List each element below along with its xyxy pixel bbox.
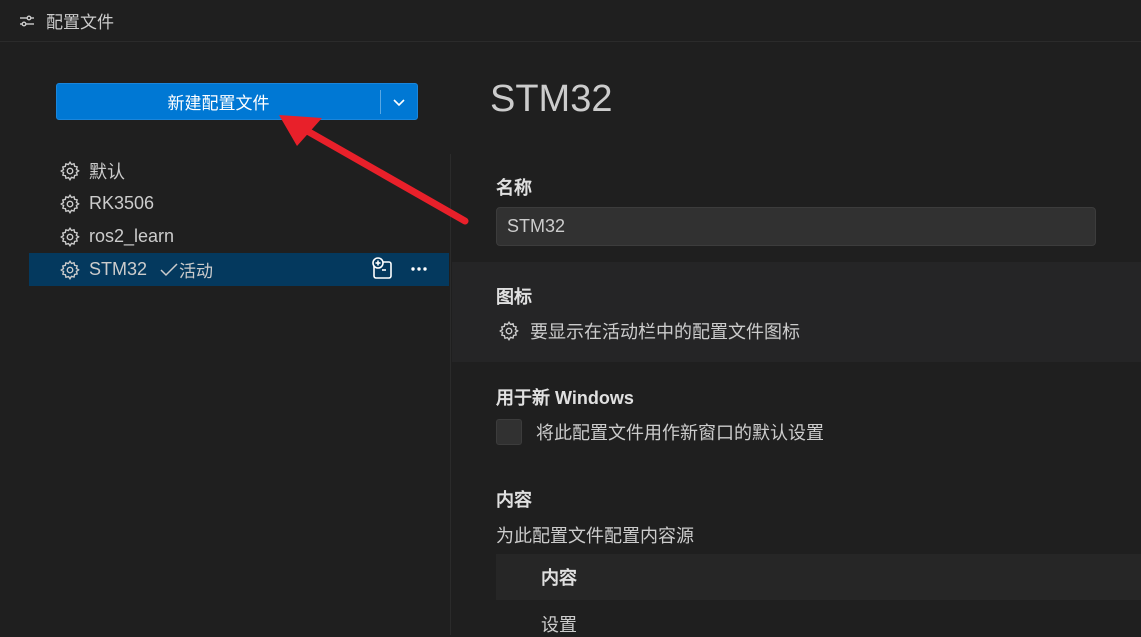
default-window-option: 将此配置文件用作新窗口的默认设置 [496, 419, 824, 445]
profile-item-stm32[interactable]: STM32 活动 [29, 253, 449, 286]
chevron-down-icon [393, 98, 405, 106]
profile-item-rk3506[interactable]: RK3506 [29, 187, 449, 220]
profile-label: 默认 [89, 161, 125, 182]
profile-item-ros2-learn[interactable]: ros2_learn [29, 220, 449, 253]
windows-label: 用于新 Windows [496, 388, 634, 408]
content-table-header: 内容 [496, 554, 1141, 600]
profile-label: STM32 [89, 259, 148, 279]
profile-title: STM32 [490, 78, 613, 120]
default-window-checkbox[interactable] [496, 419, 522, 445]
icon-description: 要显示在活动栏中的配置文件图标 [530, 322, 800, 342]
default-window-checkbox-label: 将此配置文件用作新窗口的默认设置 [536, 423, 824, 443]
profile-list: 默认 RK3506 ros2_learn STM32 活动 [29, 154, 449, 286]
gear-icon [59, 160, 81, 182]
content-column-header: 内容 [541, 568, 577, 588]
active-status-label: 活动 [179, 262, 214, 281]
more-actions-icon[interactable] [409, 259, 429, 279]
gear-icon[interactable] [498, 320, 520, 342]
pane-divider[interactable] [450, 154, 451, 635]
name-label: 名称 [496, 178, 532, 198]
new-profile-button[interactable]: 新建配置文件 [57, 89, 380, 114]
content-label: 内容 [496, 490, 532, 510]
icon-picker[interactable]: 要显示在活动栏中的配置文件图标 [498, 318, 800, 344]
new-profile-button-group: 新建配置文件 [56, 83, 418, 120]
gear-icon [59, 226, 81, 248]
profile-label: ros2_learn [89, 226, 175, 246]
new-window-icon[interactable] [371, 257, 395, 281]
new-profile-dropdown-button[interactable] [381, 84, 417, 119]
title-text: 配置文件 [46, 13, 114, 32]
profile-item-default[interactable]: 默认 [29, 154, 449, 187]
gear-icon [59, 259, 81, 281]
title-bar: 配置文件 [0, 0, 1141, 42]
icon-label: 图标 [496, 287, 532, 307]
profile-name-input[interactable] [496, 207, 1096, 246]
check-icon [160, 262, 178, 276]
icon-section: 图标 要显示在活动栏中的配置文件图标 [452, 262, 1141, 362]
content-row-settings[interactable]: 设置 [541, 611, 577, 637]
profile-label: RK3506 [89, 193, 155, 213]
content-description: 为此配置文件配置内容源 [496, 526, 694, 546]
settings-sliders-icon [18, 12, 36, 30]
profile-actions [371, 257, 429, 281]
gear-icon [59, 193, 81, 215]
active-status: 活动 [159, 257, 213, 282]
